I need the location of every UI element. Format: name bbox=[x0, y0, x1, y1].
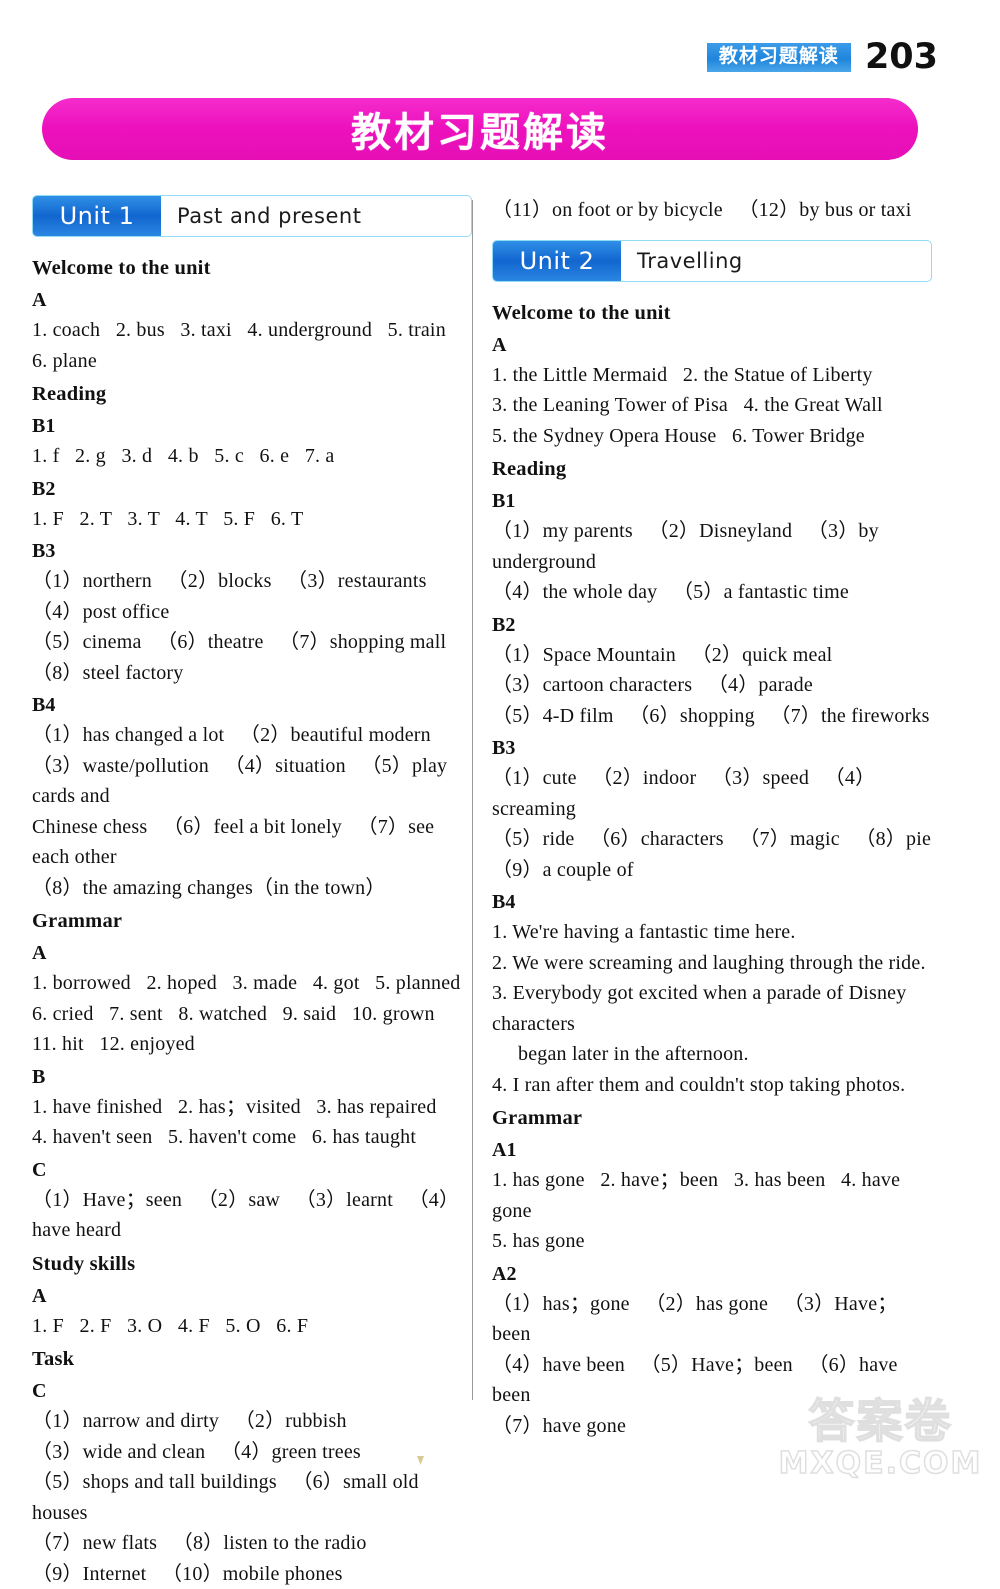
answer-line: （5）4-D film （6）shopping （7）the fireworks bbox=[492, 701, 932, 732]
answer-line: （1）my parents （2）Disneyland （3）by underg… bbox=[492, 516, 932, 577]
right-column: （11）on foot or by bicycle （12）by bus or … bbox=[492, 195, 932, 1441]
answer-line: （1）cute （2）indoor （3）speed （4）screaming bbox=[492, 763, 932, 824]
answer-line: Chinese chess （6）feel a bit lonely （7）se… bbox=[32, 812, 472, 873]
answer-line: 5. the Sydney Opera House 6. Tower Bridg… bbox=[492, 421, 932, 452]
running-head: 教材习题解读 203 bbox=[707, 40, 938, 75]
answer-line: 5. has gone bbox=[492, 1226, 932, 1257]
subsection-heading: A bbox=[32, 1281, 472, 1311]
answer-line: 1. borrowed 2. hoped 3. made 4. got 5. p… bbox=[32, 968, 472, 999]
watermark-site: MXQE.COM bbox=[773, 1446, 988, 1482]
answer-line: 4. I ran after them and couldn't stop ta… bbox=[492, 1070, 932, 1101]
answer-line: 1. We're having a fantastic time here. bbox=[492, 917, 932, 948]
answer-line: （7）have gone bbox=[492, 1411, 932, 1442]
section-heading: Task bbox=[32, 1344, 472, 1374]
answer-line: （7）new flats （8）listen to the radio bbox=[32, 1528, 472, 1559]
subsection-heading: B2 bbox=[492, 610, 932, 640]
subsection-heading: B1 bbox=[492, 486, 932, 516]
answer-line: began later in the afternoon. bbox=[492, 1039, 932, 1070]
answer-line: （3）wide and clean （4）green trees bbox=[32, 1437, 472, 1468]
answer-line: 3. Everybody got excited when a parade o… bbox=[492, 978, 932, 1039]
answer-line: （1）has changed a lot （2）beautiful modern bbox=[32, 720, 472, 751]
subsection-heading: B3 bbox=[32, 536, 472, 566]
answer-line: 6. cried 7. sent 8. watched 9. said 10. … bbox=[32, 999, 472, 1030]
column-divider bbox=[472, 200, 473, 1400]
answer-line: 1. has gone 2. have；been 3. has been 4. … bbox=[492, 1165, 932, 1226]
answer-line: （9）a couple of bbox=[492, 855, 932, 886]
answer-line: （5）cinema （6）theatre （7）shopping mall bbox=[32, 627, 472, 658]
answer-line: 1. f 2. g 3. d 4. b 5. c 6. e 7. a bbox=[32, 441, 472, 472]
answer-line: （1）narrow and dirty （2）rubbish bbox=[32, 1406, 472, 1437]
answer-line: 1. coach 2. bus 3. taxi 4. underground 5… bbox=[32, 315, 472, 346]
answer-line: （9）Internet （10）mobile phones bbox=[32, 1559, 472, 1589]
answer-line: 1. F 2. F 3. O 4. F 5. O 6. F bbox=[32, 1311, 472, 1342]
answer-line: （1）Space Mountain （2）quick meal bbox=[492, 640, 932, 671]
answer-line: 1. have finished 2. has；visited 3. has r… bbox=[32, 1092, 472, 1123]
unit-header-unit-1: Unit 1 Past and present bbox=[32, 195, 472, 237]
answer-line: （1）has；gone （2）has gone （3）Have；been bbox=[492, 1289, 932, 1350]
answer-line: （1）Have；seen （2）saw （3）learnt （4）have he… bbox=[32, 1185, 472, 1246]
answer-line: （5）ride （6）characters （7）magic （8）pie bbox=[492, 824, 932, 855]
left-column: Unit 1 Past and present Welcome to the u… bbox=[32, 195, 472, 1589]
answer-line: 2. We were screaming and laughing throug… bbox=[492, 948, 932, 979]
subsection-heading: C bbox=[32, 1155, 472, 1185]
banner-title: 教材习题解读 bbox=[351, 100, 609, 158]
section-heading: Welcome to the unit bbox=[492, 298, 932, 328]
page-body: Unit 1 Past and present Welcome to the u… bbox=[0, 195, 1000, 1425]
subsection-heading: B3 bbox=[492, 733, 932, 763]
section-heading: Grammar bbox=[32, 906, 472, 936]
answer-line: （5）shops and tall buildings （6）small old… bbox=[32, 1467, 472, 1528]
answer-line: （4）the whole day （5）a fantastic time bbox=[492, 577, 932, 608]
subsection-heading: B2 bbox=[32, 474, 472, 504]
answer-line: （3）waste/pollution （4）situation （5）play … bbox=[32, 751, 472, 812]
unit-header-unit-2: Unit 2 Travelling bbox=[492, 240, 932, 282]
subsection-heading: C bbox=[32, 1376, 472, 1406]
continued-answer-line: （11）on foot or by bicycle （12）by bus or … bbox=[492, 195, 932, 226]
subsection-heading: A2 bbox=[492, 1259, 932, 1289]
subsection-heading: A bbox=[32, 285, 472, 315]
unit-number-label: Unit 2 bbox=[493, 241, 621, 281]
section-heading: Reading bbox=[32, 379, 472, 409]
subsection-heading: A bbox=[32, 938, 472, 968]
subsection-heading: B1 bbox=[32, 411, 472, 441]
subsection-heading: A1 bbox=[492, 1135, 932, 1165]
section-heading: Grammar bbox=[492, 1103, 932, 1133]
subsection-heading: B4 bbox=[492, 887, 932, 917]
section-heading: Reading bbox=[492, 454, 932, 484]
answer-line: （8）the amazing changes（in the town） bbox=[32, 873, 472, 904]
section-heading: Welcome to the unit bbox=[32, 253, 472, 283]
answer-line: 6. plane bbox=[32, 346, 472, 377]
right-column-content: Welcome to the unitA1. the Little Mermai… bbox=[492, 298, 932, 1442]
running-head-tag: 教材习题解读 bbox=[707, 43, 851, 73]
subsection-heading: A bbox=[492, 330, 932, 360]
answer-line: 1. the Little Mermaid 2. the Statue of L… bbox=[492, 360, 932, 391]
unit-title-label: Travelling bbox=[621, 241, 931, 281]
answer-line: （1）northern （2）blocks （3）restaurants （4）… bbox=[32, 566, 472, 627]
section-heading: Study skills bbox=[32, 1249, 472, 1279]
answer-line: 4. haven't seen 5. haven't come 6. has t… bbox=[32, 1122, 472, 1153]
answer-line: （8）steel factory bbox=[32, 658, 472, 689]
subsection-heading: B4 bbox=[32, 690, 472, 720]
answer-line: 11. hit 12. enjoyed bbox=[32, 1029, 472, 1060]
answer-line: 1. F 2. T 3. T 4. T 5. F 6. T bbox=[32, 504, 472, 535]
page-number: 203 bbox=[865, 40, 938, 75]
answer-line: 3. the Leaning Tower of Pisa 4. the Grea… bbox=[492, 390, 932, 421]
unit-title-label: Past and present bbox=[161, 196, 471, 236]
answer-line: （3）cartoon characters （4）parade bbox=[492, 670, 932, 701]
answer-line: （4）have been （5）Have；been （6）have been bbox=[492, 1350, 932, 1411]
subsection-heading: B bbox=[32, 1062, 472, 1092]
section-banner: 教材习题解读 bbox=[42, 98, 918, 160]
left-column-content: Welcome to the unitA1. coach 2. bus 3. t… bbox=[32, 253, 472, 1589]
unit-number-label: Unit 1 bbox=[33, 196, 161, 236]
